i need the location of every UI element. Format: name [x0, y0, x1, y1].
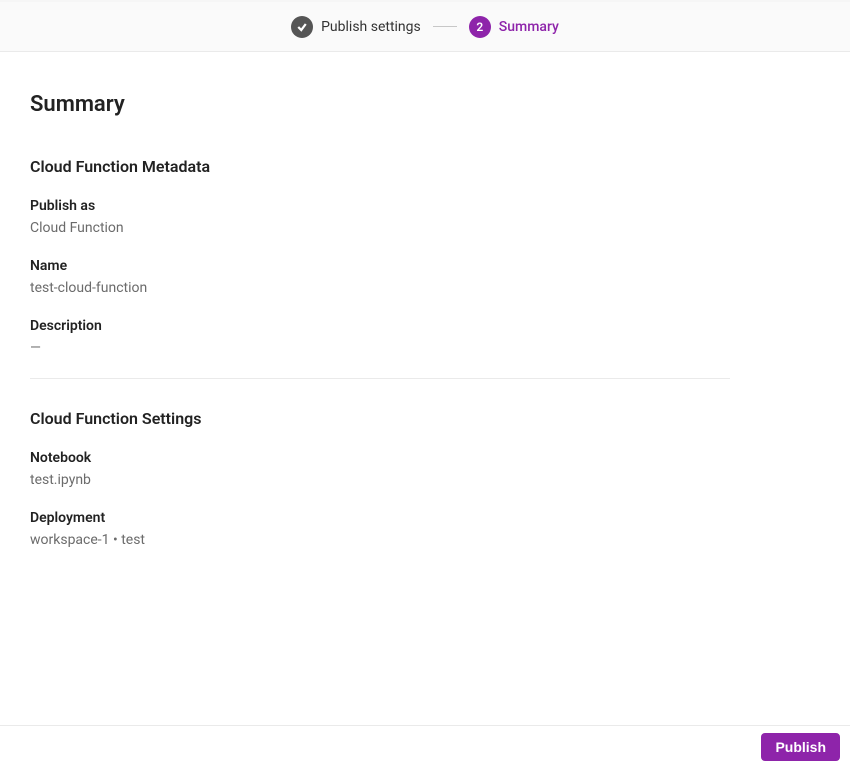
field-notebook: Notebook test.ipynb	[30, 450, 820, 488]
step-number-icon: 2	[469, 16, 491, 38]
step-summary[interactable]: 2 Summary	[469, 16, 559, 38]
checkmark-icon	[291, 16, 313, 38]
section-title-metadata: Cloud Function Metadata	[30, 157, 820, 176]
step-label: Publish settings	[321, 19, 421, 35]
field-value: —	[30, 340, 820, 356]
step-connector	[433, 26, 457, 27]
divider	[30, 378, 730, 379]
page-title: Summary	[30, 92, 820, 117]
step-label: Summary	[499, 19, 559, 35]
field-value: workspace-1 • test	[30, 532, 820, 548]
content-area: Summary Cloud Function Metadata Publish …	[0, 52, 850, 725]
field-name: Name test-cloud-function	[30, 258, 820, 296]
publish-button[interactable]: Publish	[761, 733, 840, 761]
footer-bar: Publish	[0, 725, 850, 767]
field-label: Name	[30, 258, 820, 274]
field-label: Deployment	[30, 510, 820, 526]
field-label: Notebook	[30, 450, 820, 466]
field-label: Publish as	[30, 198, 820, 214]
field-deployment: Deployment workspace-1 • test	[30, 510, 820, 548]
field-description: Description —	[30, 318, 820, 356]
field-label: Description	[30, 318, 820, 334]
field-value: test.ipynb	[30, 472, 820, 488]
section-title-settings: Cloud Function Settings	[30, 409, 820, 428]
field-publish-as: Publish as Cloud Function	[30, 198, 820, 236]
step-publish-settings[interactable]: Publish settings	[291, 16, 421, 38]
field-value: test-cloud-function	[30, 280, 820, 296]
stepper-bar: Publish settings 2 Summary	[0, 2, 850, 52]
field-value: Cloud Function	[30, 220, 820, 236]
